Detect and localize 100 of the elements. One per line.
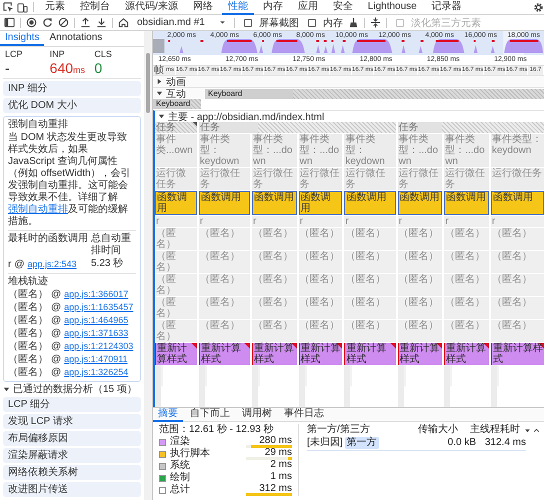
sort-descending-icon[interactable] bbox=[524, 426, 531, 434]
insight-card[interactable]: 优化 DOM 大小 bbox=[3, 98, 141, 113]
expand-arrow-icon[interactable] bbox=[3, 386, 10, 393]
style-recalc-block: 重新计算样式 bbox=[155, 343, 197, 365]
reflow-time: 5.23 秒 bbox=[91, 258, 124, 271]
insight-card[interactable]: 发现 LCP 请求 bbox=[3, 414, 141, 429]
source-link[interactable]: app.js:1:371633 bbox=[64, 327, 128, 339]
panel-tab[interactable]: 记录器 bbox=[426, 0, 468, 14]
panel-tab[interactable]: 控制台 bbox=[74, 0, 116, 14]
category-time: 280 ms bbox=[259, 436, 292, 445]
category-time: 312 ms bbox=[259, 484, 292, 493]
target-dropdown[interactable]: obsidian.md #1 bbox=[134, 16, 229, 30]
main-thread-time: 312.4 ms bbox=[484, 437, 526, 449]
function-call-block: 函数调用 bbox=[398, 191, 442, 215]
function-block: （匿名） bbox=[198, 228, 250, 250]
source-link[interactable]: app.js:1:470911 bbox=[64, 353, 128, 365]
scrollbar[interactable] bbox=[144, 31, 152, 500]
event-block: 事件类型：...down bbox=[444, 134, 489, 167]
insight-card[interactable]: 改进图片传送 bbox=[3, 482, 141, 497]
panel-tab[interactable]: 源代码/来源 bbox=[119, 0, 184, 14]
event-block: 事件类型：...down bbox=[252, 134, 297, 167]
details-tab[interactable]: 自下而上 bbox=[185, 408, 235, 422]
caret-icon bbox=[218, 19, 226, 26]
reload-icon[interactable] bbox=[42, 17, 53, 28]
function-block: （匿名） bbox=[444, 297, 489, 319]
function-block: （匿名） bbox=[398, 274, 442, 296]
expand-arrow-icon[interactable] bbox=[156, 78, 163, 85]
function-block: （匿名） bbox=[490, 228, 544, 250]
learn-more-link[interactable]: 强制自动重排 bbox=[8, 204, 68, 215]
panel-tab[interactable]: 内存 bbox=[256, 0, 289, 14]
device-toolbar-icon[interactable] bbox=[17, 2, 28, 12]
event-block: 事件类...own bbox=[155, 134, 197, 167]
details-tab[interactable]: 调用树 bbox=[237, 408, 277, 422]
source-link[interactable]: app.js:1:2124303 bbox=[64, 340, 134, 352]
sidebar-toggle-icon[interactable] bbox=[4, 17, 15, 28]
track-label: 动画 bbox=[166, 76, 187, 88]
insight-card[interactable]: 布局偏移原因 bbox=[3, 431, 141, 446]
event-block: 事件类型：...down bbox=[398, 134, 442, 167]
sidebar-tab[interactable]: Annotations bbox=[44, 31, 108, 46]
panel-tab[interactable]: 安全 bbox=[326, 0, 359, 14]
function-call-block: 函数调用 bbox=[444, 191, 489, 215]
scroll-up-icon[interactable] bbox=[533, 426, 540, 434]
source-link[interactable]: app.js:2:543 bbox=[28, 258, 77, 270]
function-block: （匿名） bbox=[198, 251, 250, 273]
style-recalc-block: 重新计算样式 bbox=[252, 343, 297, 365]
source-link[interactable]: app.js:1:366017 bbox=[64, 288, 128, 300]
sidebar-tab[interactable]: Insights bbox=[0, 31, 44, 46]
record-icon[interactable] bbox=[26, 17, 37, 28]
function-name: （匿名） bbox=[8, 367, 48, 379]
function-block: （匿名） bbox=[490, 274, 544, 296]
insight-card[interactable]: 渲染屏蔽请求 bbox=[3, 448, 141, 463]
function-name: （匿名） bbox=[8, 302, 48, 314]
function-block: （匿名） bbox=[155, 297, 197, 319]
insight-title: 强制自动重排 bbox=[8, 119, 69, 131]
microtask-block: 运行微任务 bbox=[298, 168, 342, 190]
function-block: （匿名） bbox=[252, 274, 297, 296]
event-block: 事件类型：...down bbox=[298, 134, 342, 167]
function-block: （匿名） bbox=[398, 251, 442, 273]
function-block: （匿名） bbox=[298, 251, 342, 273]
split-icon[interactable] bbox=[370, 17, 381, 28]
upload-icon[interactable] bbox=[80, 17, 91, 28]
metric-label: CLS bbox=[94, 49, 113, 59]
expand-arrow-icon[interactable] bbox=[156, 90, 163, 97]
insight-card[interactable]: 网络依赖关系树 bbox=[3, 465, 141, 480]
panel-tab[interactable]: 性能 bbox=[222, 0, 254, 14]
source-separator: @ bbox=[14, 259, 24, 271]
settings-icon[interactable] bbox=[533, 2, 544, 12]
broom-icon[interactable] bbox=[348, 17, 359, 28]
function-block: （匿名） bbox=[252, 228, 297, 250]
checkbox[interactable] bbox=[308, 18, 316, 26]
metric-unit: ms bbox=[73, 65, 86, 75]
function-block: r bbox=[398, 216, 442, 227]
event-block: 事件类型：keydown bbox=[344, 134, 396, 167]
insight-card[interactable]: LCP 细分 bbox=[3, 397, 141, 412]
checkbox[interactable] bbox=[244, 18, 252, 26]
checkbox-label: 内存 bbox=[322, 16, 343, 30]
function-block: （匿名） bbox=[344, 274, 396, 296]
panel-tab[interactable]: 元素 bbox=[39, 0, 71, 14]
function-block: （匿名） bbox=[344, 228, 396, 250]
source-link[interactable]: app.js:1:326254 bbox=[64, 366, 128, 378]
inspect-icon[interactable] bbox=[3, 2, 14, 12]
function-call-block: 函数调用 bbox=[252, 191, 297, 215]
details-tab[interactable]: 事件日志 bbox=[279, 408, 329, 422]
panel-tab[interactable]: 应用 bbox=[292, 0, 324, 14]
function-block: （匿名） bbox=[155, 251, 197, 273]
insight-card[interactable]: INP 细分 bbox=[3, 81, 141, 96]
function-block: r bbox=[490, 216, 544, 227]
panel-tab[interactable]: 网络 bbox=[186, 0, 219, 14]
clear-icon[interactable] bbox=[58, 17, 69, 28]
source-link[interactable]: app.js:1:464965 bbox=[64, 314, 128, 326]
microtask-block: 运行微任务 bbox=[398, 168, 442, 190]
source-link[interactable]: app.js:1:1635457 bbox=[64, 301, 134, 313]
source-separator: @ bbox=[51, 289, 62, 301]
panel-tab[interactable]: Lighthouse bbox=[362, 0, 423, 14]
home-icon[interactable] bbox=[118, 17, 129, 28]
download-icon[interactable] bbox=[96, 17, 107, 28]
track-label: 帧 bbox=[153, 66, 165, 75]
function-block: （匿名） bbox=[252, 320, 297, 342]
stack-trace-title: 堆栈轨迹 bbox=[8, 276, 49, 288]
expand-arrow-icon[interactable] bbox=[158, 113, 165, 120]
